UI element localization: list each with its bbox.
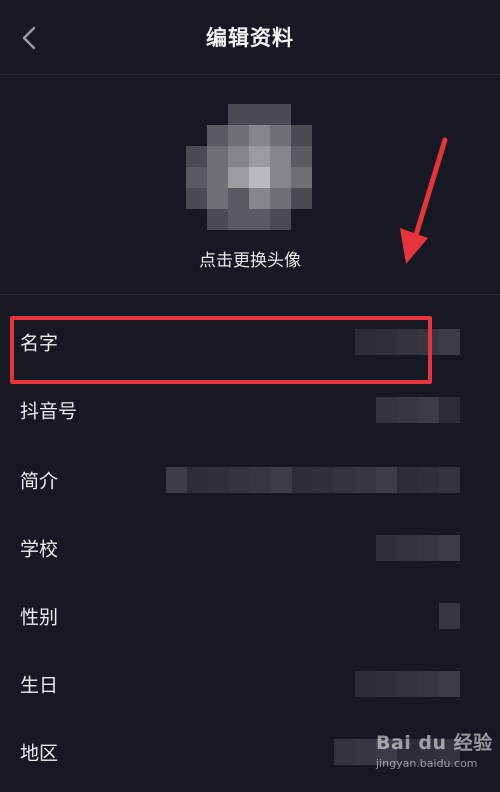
redaction-mosaic-cell: [355, 739, 376, 765]
field-value-birthday-redacted: [355, 671, 460, 697]
field-row-gender[interactable]: 性别: [0, 582, 500, 650]
redaction-mosaic-cell: [376, 397, 397, 423]
redaction-mosaic-cell: [418, 671, 439, 697]
redaction-mosaic-cell: [376, 535, 397, 561]
redaction-mosaic-cell: [439, 329, 460, 355]
redaction-mosaic-cell: [418, 535, 439, 561]
avatar-pixel: [291, 125, 312, 146]
avatar-pixel: [291, 188, 312, 209]
avatar-pixel: [207, 146, 228, 167]
avatar-pixel: [249, 188, 270, 209]
field-row-bio[interactable]: 简介: [0, 446, 500, 514]
avatar-pixel: [228, 209, 249, 230]
field-label-school: 学校: [20, 538, 59, 561]
avatar-pixel: [228, 188, 249, 209]
edit-profile-screen: 编辑资料 点击更换头像 名字 抖音号 简介 学校 性别 生日 地区 Bai du…: [0, 0, 500, 792]
avatar-pixel: [270, 104, 291, 125]
redaction-mosaic-cell: [208, 467, 229, 493]
redaction-mosaic-cell: [292, 467, 313, 493]
redaction-mosaic-cell: [334, 467, 355, 493]
avatar-pixel: [270, 188, 291, 209]
avatar-pixel: [228, 146, 249, 167]
redaction-mosaic-cell: [418, 467, 439, 493]
avatar-pixel: [270, 125, 291, 146]
avatar-pixel: [249, 146, 270, 167]
avatar-pixel: [249, 167, 270, 188]
field-row-birthday[interactable]: 生日: [0, 650, 500, 718]
avatar-pixel: [228, 104, 249, 125]
redaction-mosaic-cell: [166, 467, 187, 493]
redaction-mosaic-cell: [397, 467, 418, 493]
redaction-mosaic-cell: [334, 739, 355, 765]
avatar-pixel: [270, 146, 291, 167]
field-label-region: 地区: [20, 742, 59, 765]
redaction-mosaic-cell: [439, 671, 460, 697]
redaction-mosaic-cell: [376, 467, 397, 493]
avatar-pixel: [291, 146, 312, 167]
redaction-mosaic-cell: [418, 397, 439, 423]
field-value-bio-redacted: [166, 467, 460, 493]
annotation-highlight-box: [10, 316, 432, 384]
avatar-pixel: [186, 188, 207, 209]
avatar[interactable]: [186, 104, 314, 232]
field-row-douyin-id[interactable]: 抖音号: [0, 376, 500, 444]
redaction-mosaic-cell: [439, 603, 460, 629]
field-label-douyin-id: 抖音号: [20, 400, 78, 423]
top-bar: 编辑资料: [0, 0, 500, 75]
page-title: 编辑资料: [206, 26, 294, 50]
baidu-jingyan-watermark: Bai du 经验 jingyan.baidu.com: [376, 728, 496, 784]
redaction-mosaic-cell: [439, 397, 460, 423]
avatar-pixel: [249, 104, 270, 125]
avatar-pixel: [270, 167, 291, 188]
avatar-pixel: [207, 188, 228, 209]
avatar-pixel: [249, 209, 270, 230]
redaction-mosaic-cell: [229, 467, 250, 493]
avatar-pixel: [186, 146, 207, 167]
redaction-mosaic-cell: [439, 467, 460, 493]
avatar-pixel: [228, 167, 249, 188]
field-label-bio: 简介: [20, 470, 59, 493]
redaction-mosaic-cell: [439, 535, 460, 561]
avatar-pixel: [207, 125, 228, 146]
avatar-divider: [0, 294, 500, 295]
watermark-url: jingyan.baidu.com: [376, 757, 478, 770]
redaction-mosaic-cell: [397, 397, 418, 423]
redaction-mosaic-cell: [313, 467, 334, 493]
redaction-mosaic-cell: [397, 535, 418, 561]
redaction-mosaic-cell: [250, 467, 271, 493]
field-value-school-redacted: [376, 535, 460, 561]
field-label-gender: 性别: [20, 606, 59, 629]
avatar-pixel: [207, 209, 228, 230]
avatar-pixel: [270, 209, 291, 230]
avatar-pixel: [228, 125, 249, 146]
redaction-mosaic-cell: [355, 671, 376, 697]
avatar-pixel: [207, 167, 228, 188]
field-row-school[interactable]: 学校: [0, 514, 500, 582]
redaction-mosaic-cell: [271, 467, 292, 493]
field-label-birthday: 生日: [20, 674, 59, 697]
redaction-mosaic-cell: [376, 671, 397, 697]
watermark-logo: Bai du 经验: [376, 732, 493, 754]
redaction-mosaic-cell: [397, 671, 418, 697]
avatar-pixel: [186, 167, 207, 188]
field-value-douyin-id-redacted: [376, 397, 460, 423]
redaction-mosaic-cell: [187, 467, 208, 493]
annotation-arrow-icon: [400, 137, 448, 264]
avatar-pixel: [291, 167, 312, 188]
field-value-gender-redacted: [439, 603, 460, 629]
avatar-pixel: [249, 125, 270, 146]
redaction-mosaic-cell: [355, 467, 376, 493]
